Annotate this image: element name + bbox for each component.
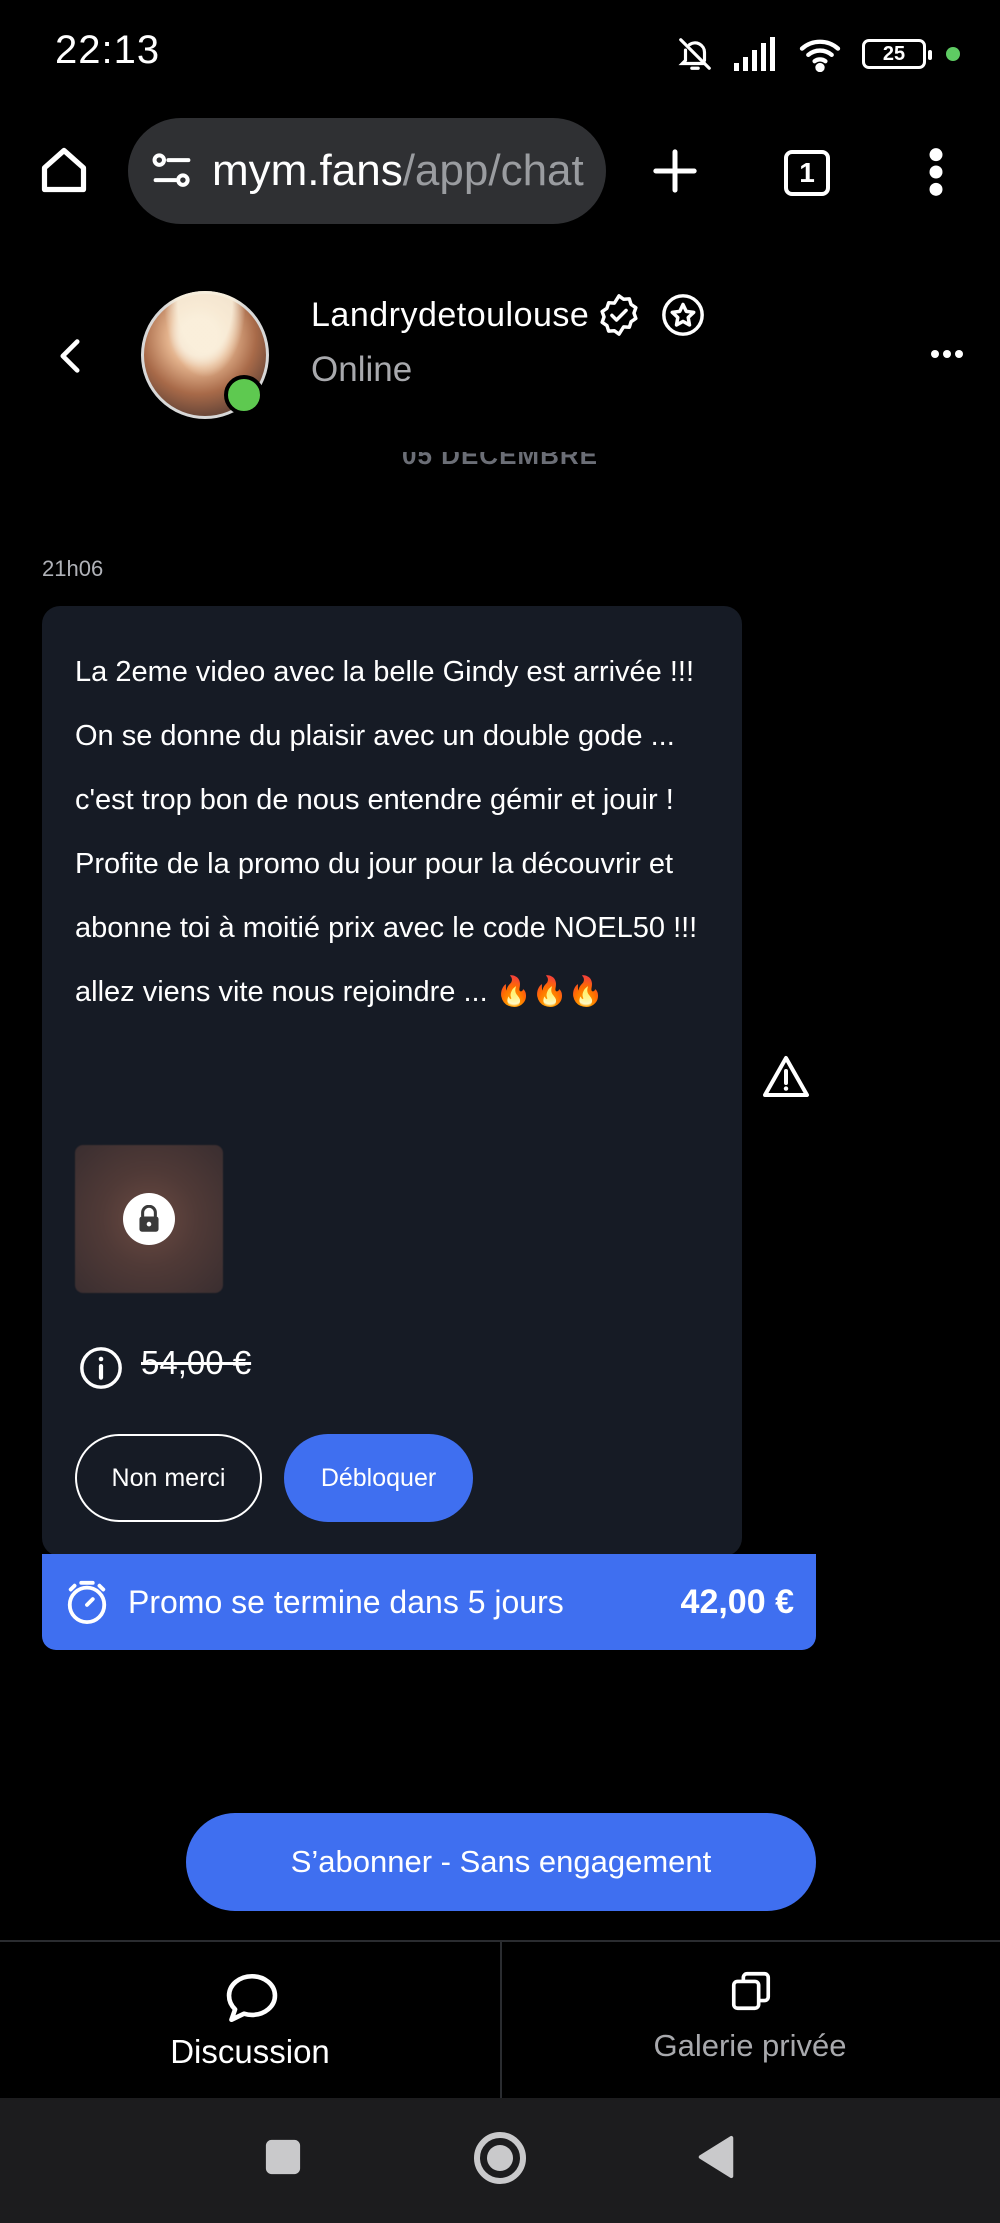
back-triangle-icon[interactable] <box>696 2134 736 2180</box>
verified-badge-icon <box>600 294 638 336</box>
home-circle-icon[interactable] <box>472 2130 528 2186</box>
tab-private-gallery[interactable]: Galerie privée <box>500 2028 1000 2064</box>
bell-off-icon <box>678 38 711 70</box>
nav-divider <box>500 1942 502 2098</box>
info-icon[interactable] <box>78 1345 124 1391</box>
recents-square-icon[interactable] <box>264 2138 302 2176</box>
contact-status: Online <box>311 350 413 389</box>
url-path: /app/chat <box>402 146 584 195</box>
decline-button[interactable]: Non merci <box>75 1434 262 1522</box>
tab-discussion[interactable]: Discussion <box>0 2033 500 2071</box>
home-icon[interactable] <box>38 144 90 196</box>
message-time: 21h06 <box>42 556 104 581</box>
online-indicator <box>224 375 264 415</box>
url-bar[interactable]: mym.fans/app/chat <box>128 118 606 224</box>
contact-name[interactable]: Landrydetoulouse <box>311 296 589 335</box>
date-separator: 05 DÉCEMBRE <box>402 452 598 470</box>
tab-switcher-button[interactable]: 1 <box>784 150 830 196</box>
original-price: 54,00 € <box>141 1344 252 1381</box>
wifi-icon <box>799 39 841 72</box>
signal-icon <box>734 37 775 71</box>
subscribe-button[interactable]: S’abonner - Sans engagement <box>186 1813 816 1911</box>
unlock-button[interactable]: Débloquer <box>284 1434 473 1522</box>
report-warning-icon[interactable] <box>762 1054 810 1098</box>
star-badge-icon <box>662 294 704 336</box>
promo-text: Promo se termine dans 5 jours <box>128 1583 564 1620</box>
chat-options-icon[interactable] <box>930 348 964 360</box>
site-settings-icon[interactable] <box>150 151 194 191</box>
privacy-indicator <box>946 47 960 61</box>
more-vert-icon[interactable] <box>925 146 947 198</box>
gallery-copy-icon[interactable] <box>728 1968 774 2014</box>
timer-icon <box>67 1580 107 1625</box>
message-text: La 2eme video avec la belle Gindy est ar… <box>75 656 698 1008</box>
promo-price: 42,00 € <box>680 1582 794 1621</box>
lock-icon <box>123 1193 175 1245</box>
url-text[interactable]: mym.fans/app/chat <box>212 146 584 196</box>
promo-banner: Promo se termine dans 5 jours 42,00 € <box>42 1554 816 1650</box>
url-domain: mym.fans <box>212 146 403 195</box>
back-chevron-icon[interactable] <box>56 338 84 374</box>
status-icons: 25 <box>676 30 960 78</box>
new-tab-icon[interactable] <box>652 148 698 194</box>
chat-bubble-icon[interactable] <box>223 1970 281 2026</box>
battery-icon: 25 <box>862 39 932 69</box>
status-time: 22:13 <box>55 28 161 72</box>
